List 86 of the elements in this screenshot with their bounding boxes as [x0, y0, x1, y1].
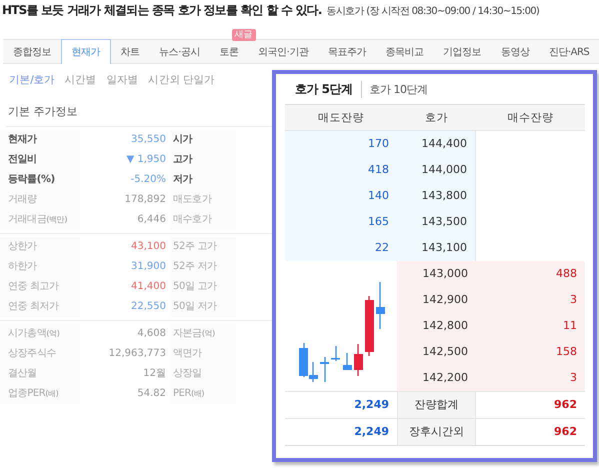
tab[interactable]: 진단·ARS	[539, 40, 599, 63]
row-value: 4,608	[136, 327, 167, 341]
table-cell: 142,900	[397, 287, 476, 313]
unit-label: (배)	[45, 389, 58, 398]
row-label: 상한가	[0, 237, 80, 257]
headline-title: HTS를 보듯 거래가 체결되는 종목 호가 정보를 확인 할 수 있다.	[2, 2, 322, 19]
row-value: 35,550	[130, 133, 167, 147]
table-cell: 140	[285, 183, 397, 209]
row-label: PER(배)	[170, 384, 236, 404]
table-cell: 418	[285, 157, 397, 183]
table-cell: 488	[476, 261, 585, 287]
row-label: 등락률(%)	[0, 170, 80, 190]
tab[interactable]: 종합정보	[3, 40, 61, 63]
tab[interactable]: 토론	[210, 40, 248, 63]
table-cell: 3	[476, 365, 585, 391]
row-value: 43,100	[130, 240, 167, 254]
row-label: 전일비	[0, 150, 80, 170]
tab[interactable]: 기업정보	[433, 40, 491, 63]
table-cell: 잔량합계	[397, 391, 476, 418]
table-cell: 3	[476, 287, 585, 313]
row-label: 거래량	[0, 190, 80, 210]
column-header: 매도잔량	[285, 105, 397, 131]
table-cell: 962	[476, 391, 585, 418]
row-value: 22,550	[130, 300, 167, 314]
row-label: 시가총액(억)	[0, 324, 80, 344]
row-label: 하한가	[0, 257, 80, 277]
unit-label: (배)	[191, 389, 204, 398]
row-value: 12월	[142, 367, 167, 381]
row-value: 178,892	[124, 193, 167, 207]
row-label: 연중 최저가	[0, 297, 80, 317]
row-value: 6,446	[136, 213, 167, 227]
table-cell: 22	[285, 235, 397, 261]
column-header: 매수잔량	[476, 105, 585, 131]
unit-label: (억)	[202, 329, 215, 338]
unit-label: (억)	[46, 329, 60, 338]
row-label: 매도호가	[170, 190, 236, 210]
row-value: 41,400	[130, 280, 167, 294]
row-value: 31,900	[130, 260, 167, 274]
tab[interactable]: 종목비교	[376, 40, 434, 63]
row-label: 액면가	[170, 344, 236, 364]
row-label: 거래대금(백만)	[0, 210, 80, 230]
new-badge: 새글	[232, 29, 256, 41]
table-cell: 158	[476, 339, 585, 365]
tab[interactable]: 외국인·기관	[248, 40, 318, 63]
column-header: 호가	[397, 105, 476, 131]
row-label: 상장주식수	[0, 344, 80, 364]
tab[interactable]: 호가 5단계	[295, 80, 362, 98]
row-value: 12,963,773	[108, 347, 167, 361]
table-cell: 962	[476, 418, 585, 445]
row-label: 매수호가	[170, 210, 236, 230]
row-label: 연중 최고가	[0, 277, 80, 297]
row-label: 상장일	[170, 364, 236, 384]
table-cell: 142,800	[397, 313, 476, 339]
row-label: 저가	[170, 170, 236, 190]
table-cell: 143,500	[397, 209, 476, 235]
row-label: 자본금(억)	[170, 324, 236, 344]
row-label: 업종PER(배)	[0, 384, 80, 404]
row-value: ▼ 1,950	[126, 153, 167, 167]
table-cell: 165	[285, 209, 397, 235]
row-label: 52주 고가	[170, 237, 236, 257]
table-cell: 11	[476, 313, 585, 339]
table-cell: 144,400	[397, 131, 476, 157]
headline-note: 동시호가 (장 시작전 08:30~09:00 / 14:30~15:00)	[326, 5, 540, 18]
row-label: 고가	[170, 150, 236, 170]
row-label: 52주 저가	[170, 257, 236, 277]
tab[interactable]: 동영상	[491, 40, 540, 63]
table-cell: 170	[285, 131, 397, 157]
table-cell: 143,100	[397, 235, 476, 261]
table-cell: 장후시간외	[397, 418, 476, 445]
unit-label: (백만)	[46, 215, 68, 224]
row-label: 50일 저가	[170, 297, 236, 317]
table-cell: 143,000	[397, 261, 476, 287]
table-cell: 142,200	[397, 365, 476, 391]
row-value: 54.82	[136, 387, 167, 401]
tab[interactable]: 목표주가	[318, 40, 376, 63]
row-label: 결산월	[0, 364, 80, 384]
table-cell: 143,800	[397, 183, 476, 209]
tab[interactable]: 차트	[110, 40, 150, 63]
row-value: -5.20%	[130, 173, 167, 187]
row-label: 현재가	[0, 130, 80, 150]
row-label: 50일 고가	[170, 277, 236, 297]
tab[interactable]: 호가 10단계	[370, 82, 436, 96]
table-cell: 142,500	[397, 339, 476, 365]
row-label: 시가	[170, 130, 236, 150]
table-cell: 144,000	[397, 157, 476, 183]
tab[interactable]: 뉴스·공시	[149, 40, 210, 63]
